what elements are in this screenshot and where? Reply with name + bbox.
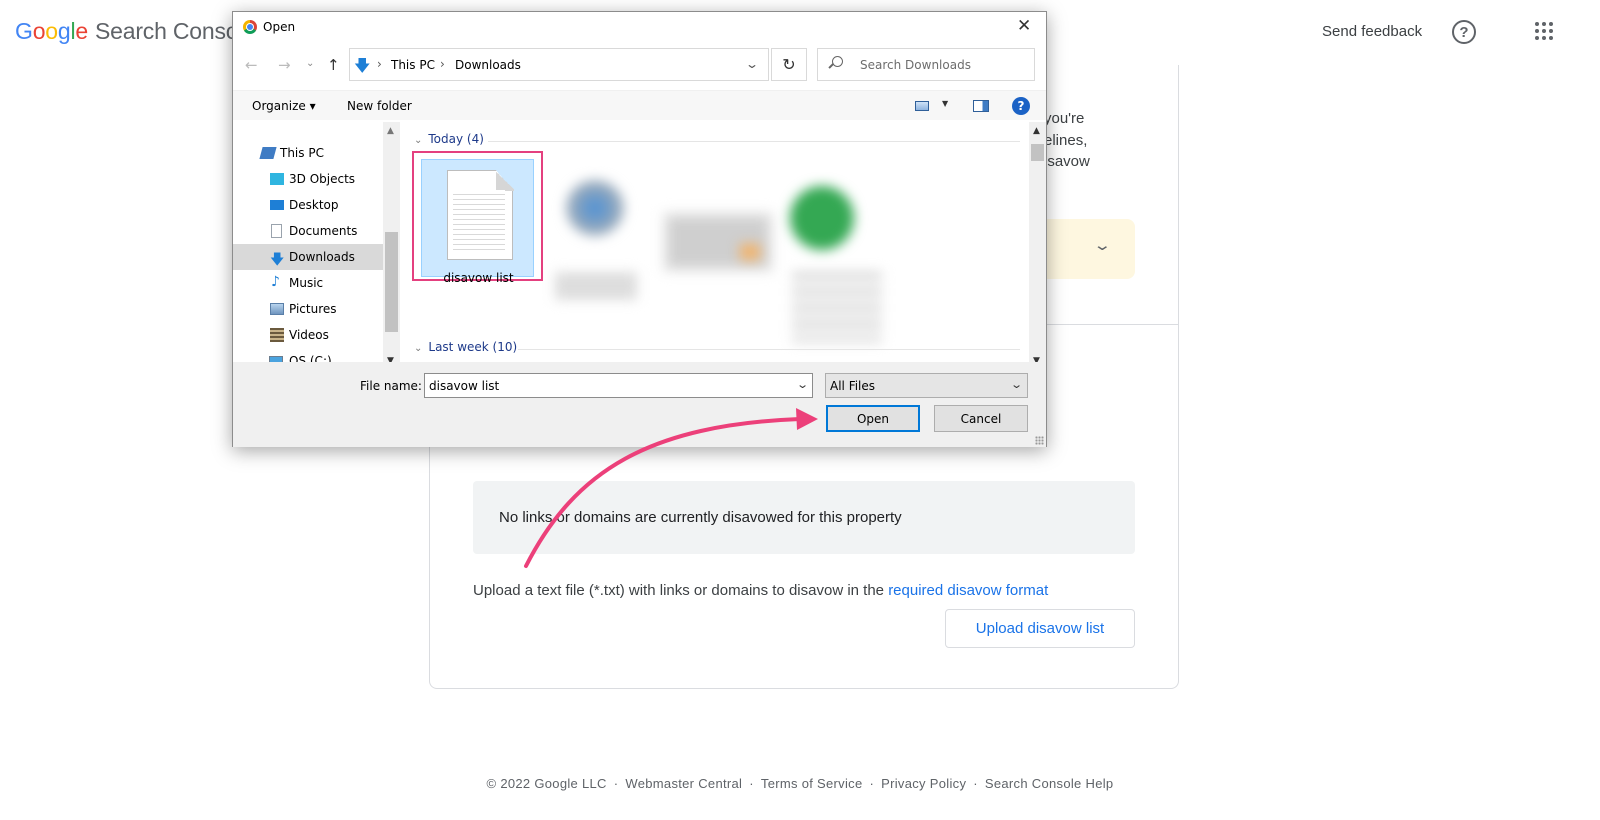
- upload-disavow-button[interactable]: Upload disavow list: [945, 609, 1135, 648]
- file-list-scrollbar[interactable]: ▲ ▼: [1029, 122, 1046, 372]
- file-item-disavow-list[interactable]: disavow list: [421, 159, 534, 285]
- warning-banner[interactable]: [1040, 219, 1135, 279]
- chrome-icon: [243, 20, 257, 34]
- forward-arrow-icon[interactable]: →: [278, 56, 291, 74]
- back-arrow-icon[interactable]: ←: [245, 56, 258, 74]
- footer-link-help[interactable]: Search Console Help: [985, 776, 1114, 791]
- address-bar[interactable]: 🡇 › This PC › Downloads ⌄: [349, 48, 769, 81]
- sidebar-item-documents[interactable]: Documents: [233, 218, 383, 244]
- apps-grid-icon[interactable]: [1535, 22, 1553, 40]
- search-input[interactable]: Search Downloads: [817, 48, 1035, 81]
- sidebar-item-this-pc[interactable]: This PC: [233, 140, 383, 166]
- documents-icon: [271, 224, 282, 238]
- file-name-input[interactable]: disavow list ⌄: [424, 373, 813, 398]
- chevron-down-icon: ⌄: [414, 135, 423, 146]
- sidebar-item-3d-objects[interactable]: 3D Objects: [233, 166, 383, 192]
- file-list-pane: ⌄ Today (4) disavow list ⌄ Last week (10) …: [400, 122, 1046, 372]
- help-circle-icon[interactable]: ?: [1452, 20, 1476, 44]
- download-arrow-icon: 🡇: [270, 252, 285, 268]
- scrollbar-thumb[interactable]: [385, 232, 398, 332]
- preview-pane-icon[interactable]: [973, 100, 989, 112]
- search-icon: [832, 56, 843, 67]
- blurred-file-item[interactable]: [790, 186, 854, 250]
- view-options-icon[interactable]: [915, 101, 929, 111]
- chevron-down-icon[interactable]: ⌄: [1010, 378, 1023, 391]
- group-header-last-week[interactable]: ⌄ Last week (10): [414, 340, 517, 358]
- footer-link-terms[interactable]: Terms of Service: [761, 776, 863, 791]
- footer-copyright: © 2022 Google LLC: [486, 776, 607, 791]
- navigation-pane: This PC 3D Objects Desktop Documents 🡇 D…: [233, 122, 400, 372]
- resize-grip[interactable]: [1035, 436, 1044, 445]
- help-icon[interactable]: ?: [1012, 97, 1030, 115]
- desktop-icon: [270, 200, 284, 210]
- sidebar-item-downloads[interactable]: 🡇 Downloads: [233, 244, 383, 270]
- recent-locations-icon[interactable]: ⌄: [306, 58, 314, 69]
- dialog-title: Open: [263, 20, 296, 34]
- breadcrumb-downloads[interactable]: Downloads: [455, 58, 521, 72]
- command-bar: Organize ▾ New folder ▼ ?: [233, 90, 1046, 120]
- disavow-status-text: No links or domains are currently disavo…: [499, 509, 902, 526]
- pictures-icon: [270, 303, 284, 315]
- file-name-label: File name:: [360, 379, 422, 393]
- breadcrumb-separator: ›: [440, 57, 445, 71]
- sidebar-item-desktop[interactable]: Desktop: [233, 192, 383, 218]
- download-arrow-icon: 🡇: [354, 56, 371, 75]
- organize-menu-button[interactable]: Organize ▾: [252, 99, 316, 113]
- sidebar-item-music[interactable]: ♪ Music: [233, 270, 383, 296]
- dialog-bottom-bar: File name: disavow list ⌄ All Files ⌄ Op…: [233, 362, 1046, 447]
- group-header-today[interactable]: ⌄ Today (4): [414, 132, 484, 150]
- cube-icon: [270, 173, 284, 185]
- sidebar-item-pictures[interactable]: Pictures: [233, 296, 383, 322]
- navigation-scrollbar[interactable]: ▲ ▼: [383, 122, 400, 372]
- dialog-titlebar[interactable]: Open ✕: [233, 12, 1046, 42]
- blurred-file-item[interactable]: [663, 212, 773, 272]
- file-name-label: disavow list: [443, 271, 514, 285]
- disavow-status-box: No links or domains are currently disavo…: [473, 481, 1135, 554]
- chevron-down-icon: ⌄: [414, 343, 423, 354]
- search-placeholder: Search Downloads: [860, 58, 971, 72]
- footer-link-webmaster-central[interactable]: Webmaster Central: [625, 776, 742, 791]
- close-icon[interactable]: ✕: [1017, 16, 1031, 36]
- upload-description: Upload a text file (*.txt) with links or…: [473, 582, 1049, 599]
- cancel-button[interactable]: Cancel: [934, 405, 1028, 432]
- footer-link-privacy[interactable]: Privacy Policy: [881, 776, 966, 791]
- chevron-down-icon[interactable]: ⌄: [796, 378, 809, 391]
- film-icon: [270, 328, 284, 342]
- up-arrow-icon[interactable]: ↑: [327, 56, 340, 74]
- chevron-down-icon[interactable]: ⌄: [1093, 236, 1112, 254]
- sidebar-item-videos[interactable]: Videos: [233, 322, 383, 348]
- open-file-dialog: Open ✕ ← → ⌄ ↑ 🡇 › This PC › Downloads ⌄…: [232, 11, 1047, 447]
- disavow-format-link[interactable]: required disavow format: [888, 582, 1048, 599]
- blurred-file-item[interactable]: [566, 180, 624, 236]
- view-dropdown-icon[interactable]: ▼: [942, 99, 948, 108]
- chevron-down-icon[interactable]: ⌄: [745, 57, 759, 71]
- scrollbar-thumb[interactable]: [1031, 144, 1044, 161]
- breadcrumb-this-pc[interactable]: This PC: [391, 58, 435, 72]
- breadcrumb-separator: ›: [377, 57, 382, 71]
- file-type-select[interactable]: All Files ⌄: [825, 373, 1028, 398]
- intro-text-fragment: you're elines, isavow: [1044, 110, 1090, 170]
- music-note-icon: ♪: [271, 274, 280, 290]
- new-folder-button[interactable]: New folder: [347, 99, 412, 113]
- page-footer: © 2022 Google LLC · Webmaster Central · Term…: [486, 776, 1114, 791]
- computer-icon: [259, 147, 277, 159]
- refresh-icon[interactable]: ↻: [771, 48, 807, 81]
- search-console-logo[interactable]: Google Search Console: [15, 18, 256, 45]
- open-button[interactable]: Open: [826, 405, 920, 432]
- send-feedback-link[interactable]: Send feedback: [1322, 23, 1422, 40]
